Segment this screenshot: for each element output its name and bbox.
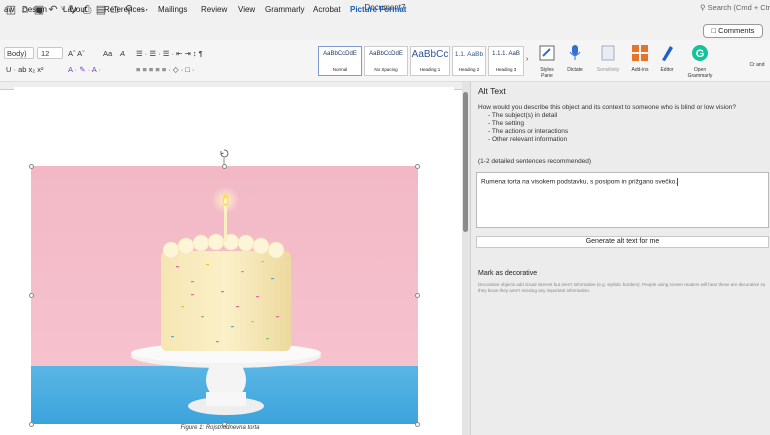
- sensitivity-icon: [601, 45, 615, 61]
- resize-handle-top-right[interactable]: [415, 164, 420, 169]
- svg-text:G: G: [696, 48, 705, 60]
- underline-strike-script-buttons[interactable]: U · ab x₂ x²: [6, 65, 44, 74]
- comments-label: Comments: [718, 26, 755, 35]
- alt-text-instructions: How would you describe this object and i…: [478, 104, 736, 111]
- style-heading-3[interactable]: 1.1.1. AaB Heading 3: [488, 46, 524, 76]
- generate-alt-text-button[interactable]: Generate alt text for me: [476, 236, 769, 248]
- change-case-button[interactable]: Aa: [103, 49, 112, 58]
- create-button[interactable]: Cr and: [746, 62, 768, 68]
- paragraph-tools-row2[interactable]: ≡ ≡ ≡ ≡ ≡ · ◇ · □ ·: [136, 65, 194, 74]
- tab-review[interactable]: Review: [201, 5, 227, 14]
- clear-formatting-button[interactable]: A: [120, 49, 125, 58]
- style-normal-label: Normal: [332, 67, 348, 72]
- paragraph-tools-row1[interactable]: ☰ · ☰ · ☰ · ⇤ ⇥ ↕ ¶: [136, 49, 203, 58]
- add-ins-icon: [632, 45, 648, 61]
- add-ins-button[interactable]: Add-ins: [628, 44, 652, 73]
- comments-button[interactable]: □ Comments: [703, 24, 763, 38]
- editor-label: Editor: [660, 67, 674, 73]
- search-placeholder: Search (Cmd + Ctrl + U): [707, 3, 770, 12]
- resize-handle-bottom-right[interactable]: [415, 422, 420, 427]
- search-field[interactable]: ⚲ Search (Cmd + Ctrl + U): [700, 3, 770, 12]
- style-heading-2-preview: 1.1. AaBb: [454, 51, 484, 58]
- style-no-spacing-preview: AaBbCcDdE: [369, 51, 403, 57]
- resize-handle-bottom-left[interactable]: [29, 422, 34, 427]
- tab-view[interactable]: View: [238, 5, 255, 14]
- styles-pane-icon: [539, 45, 555, 61]
- text-cursor: [677, 178, 679, 186]
- style-heading-2-label: Heading 2: [458, 67, 480, 72]
- style-heading-2[interactable]: 1.1. AaBb Heading 2: [452, 46, 486, 76]
- style-no-spacing-label: No Spacing: [374, 67, 398, 72]
- styles-pane-button[interactable]: Styles Pane: [535, 44, 559, 79]
- font-size-value: 12: [41, 49, 50, 58]
- create-label: Cr and: [749, 62, 765, 68]
- guidance-item: - The actions or interactions: [488, 128, 569, 135]
- editor-button[interactable]: Editor: [656, 44, 678, 73]
- tab-design[interactable]: Design: [22, 5, 47, 14]
- resize-handle-right[interactable]: [415, 293, 420, 298]
- tab-layout[interactable]: Layout: [63, 5, 87, 14]
- tab-mailings[interactable]: Mailings: [158, 5, 187, 14]
- open-grammarly-label: Open Grammarly: [687, 67, 713, 79]
- style-heading-1-label: Heading 1: [419, 67, 441, 72]
- styles-gallery-more-icon[interactable]: ›: [526, 56, 528, 63]
- alt-text-guidance-list: - The subject(s) in detail - The setting…: [488, 112, 568, 144]
- open-grammarly-button[interactable]: G Open Grammarly: [683, 44, 717, 79]
- alt-text-input[interactable]: Rumena torta na visokem podstavku, s pos…: [476, 172, 769, 228]
- birthday-cake-image: [31, 166, 418, 424]
- grammarly-icon: G: [692, 45, 708, 61]
- style-normal-preview: AaBbCcDdE: [323, 51, 357, 57]
- resize-handle-top[interactable]: [222, 164, 227, 169]
- resize-handle-left[interactable]: [29, 293, 34, 298]
- sensitivity-label: Sensitivity: [596, 67, 620, 73]
- mark-as-decorative-checkbox[interactable]: Mark as decorative: [478, 270, 537, 277]
- text-color-buttons[interactable]: A · ✎ · A ·: [68, 65, 101, 74]
- alt-text-recommendation: (1-2 detailed sentences recommended): [478, 158, 592, 165]
- dictate-button[interactable]: Dictate: [564, 44, 586, 73]
- figure-caption[interactable]: Figure 1: Rojstnodnevna torta: [140, 425, 300, 431]
- tab-references[interactable]: References: [104, 5, 145, 14]
- cake-picture[interactable]: [31, 166, 418, 424]
- ribbon-tab-bar: [0, 20, 770, 40]
- style-no-spacing[interactable]: AaBbCcDdE No Spacing: [364, 46, 408, 76]
- tab-draw[interactable]: aw: [4, 5, 14, 14]
- tab-grammarly[interactable]: Grammarly: [265, 5, 305, 14]
- guidance-item: - Other relevant information: [488, 136, 568, 143]
- horizontal-ruler[interactable]: [0, 82, 462, 94]
- tab-picture-format[interactable]: Picture Format: [350, 5, 406, 14]
- guidance-item: - The subject(s) in detail: [488, 112, 558, 119]
- alt-text-pane-title: Alt Text: [478, 86, 506, 96]
- font-name-value: Body): [7, 49, 27, 58]
- microphone-icon: [569, 45, 581, 60]
- style-heading-1[interactable]: AaBbCc Heading 1: [410, 46, 450, 76]
- add-ins-label: Add-ins: [631, 67, 649, 73]
- resize-handle-top-left[interactable]: [29, 164, 34, 169]
- tab-acrobat[interactable]: Acrobat: [313, 5, 341, 14]
- alt-text-value: Rumena torta na visokem podstavku, s pos…: [481, 178, 678, 186]
- style-normal[interactable]: AaBbCcDdE Normal: [318, 46, 362, 76]
- style-heading-1-preview: AaBbCc: [411, 49, 449, 60]
- sensitivity-button[interactable]: Sensitivity: [592, 44, 624, 73]
- style-heading-3-label: Heading 3: [495, 67, 517, 72]
- grow-shrink-font-buttons[interactable]: Aˆ Aˇ: [68, 49, 85, 58]
- comment-icon: □: [711, 26, 717, 35]
- font-name-select[interactable]: Body): [4, 47, 34, 59]
- font-size-select[interactable]: 12: [37, 47, 63, 59]
- scrollbar-thumb[interactable]: [463, 92, 468, 232]
- style-heading-3-preview: 1.1.1. AaB: [492, 51, 520, 57]
- decorative-description: Decorative objects add visual interest b…: [478, 282, 766, 293]
- styles-pane-label: Styles Pane: [540, 67, 554, 79]
- dictate-label: Dictate: [567, 67, 583, 73]
- guidance-item: - The setting: [488, 120, 525, 127]
- editor-icon: [662, 46, 673, 61]
